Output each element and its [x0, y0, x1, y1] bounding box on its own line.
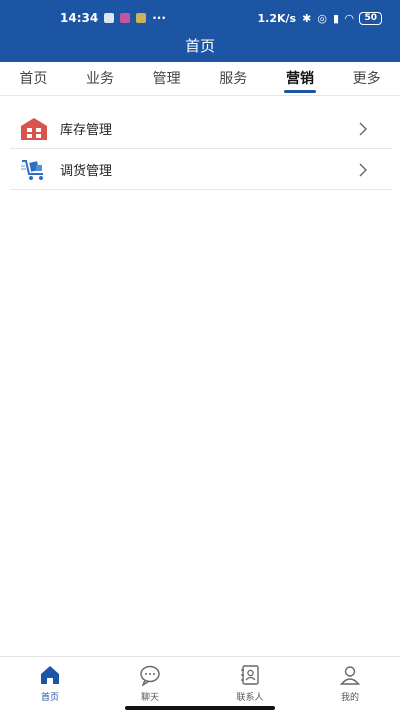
- main-content: 库存管理 调货管理: [0, 96, 400, 656]
- warehouse-icon: [21, 117, 47, 140]
- tab-business[interactable]: 业务: [82, 62, 118, 96]
- menu-item-label: 库存管理: [60, 123, 113, 138]
- cart-icon: [21, 159, 43, 180]
- home-indicator[interactable]: [125, 706, 275, 710]
- battery-icon: 50: [359, 11, 382, 25]
- more-notifications: ···: [152, 11, 166, 25]
- status-right: 1.2K/s ✱ ◎ ▮ ◠ 50: [257, 11, 382, 25]
- tab-bar: 首页 业务 管理 服务 营销 更多: [0, 62, 400, 96]
- user-icon: [339, 666, 361, 685]
- nav-contacts[interactable]: 联系人: [210, 657, 290, 713]
- menu-item-label: 调货管理: [60, 164, 113, 179]
- top-bar: 14:34 ··· 1.2K/s ✱ ◎ ▮ ◠ 50 首页: [0, 0, 400, 62]
- chat-icon: [140, 665, 160, 686]
- chevron-right-icon: [359, 122, 367, 135]
- status-time: 14:34: [60, 11, 99, 25]
- menu-item-inventory[interactable]: 库存管理: [10, 109, 392, 149]
- menu-item-transfer[interactable]: 调货管理: [10, 150, 392, 190]
- message-notification-icon: [136, 13, 147, 23]
- nav-chat[interactable]: 聊天: [110, 657, 190, 713]
- app-notification-icon: [120, 13, 131, 23]
- signal-icon: ▮: [332, 11, 339, 25]
- nav-home[interactable]: 首页: [10, 657, 90, 713]
- home-icon: [41, 666, 59, 684]
- nav-label: 我的: [340, 693, 359, 703]
- page-title: 首页: [184, 37, 215, 55]
- tab-service[interactable]: 服务: [215, 62, 251, 96]
- status-left: 14:34 ···: [60, 11, 166, 25]
- network-speed: 1.2K/s: [257, 11, 297, 25]
- nav-profile[interactable]: 我的: [310, 657, 390, 713]
- wifi-icon: ◠: [345, 11, 354, 25]
- nav-label: 聊天: [140, 693, 159, 703]
- chevron-right-icon: [359, 163, 367, 176]
- tab-management[interactable]: 管理: [149, 62, 185, 96]
- nav-label: 联系人: [236, 693, 264, 703]
- status-bar: 14:34 ··· 1.2K/s ✱ ◎ ▮ ◠ 50: [0, 0, 400, 36]
- tab-more[interactable]: 更多: [349, 62, 385, 96]
- alarm-icon: ◎: [317, 11, 327, 25]
- notification-icon: [104, 13, 115, 23]
- nav-label: 首页: [40, 693, 59, 703]
- contacts-icon: [241, 665, 259, 685]
- tab-marketing[interactable]: 营销: [282, 62, 318, 96]
- bluetooth-icon: ✱: [302, 11, 312, 25]
- bottom-navigation: 首页 聊天 联系人 我的: [0, 656, 400, 713]
- tab-home[interactable]: 首页: [15, 62, 51, 96]
